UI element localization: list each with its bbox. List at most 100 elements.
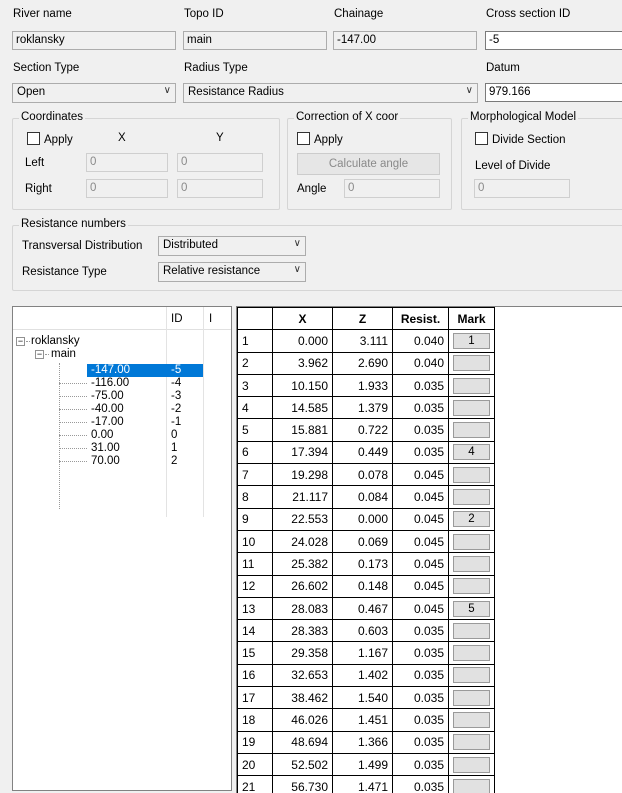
right-x-field[interactable]: 0 [86, 179, 168, 198]
mark-button[interactable] [453, 377, 490, 394]
table-row[interactable]: 17 38.462 1.540 0.035 [237, 686, 495, 710]
cell-mark[interactable]: 1 [448, 329, 495, 353]
chainage-field[interactable]: -147.00 [333, 31, 477, 50]
tree-item[interactable]: -116.00 -4 [13, 377, 231, 390]
row-number[interactable]: 4 [237, 396, 273, 420]
cell-mark[interactable]: 5 [448, 596, 495, 621]
cell-x[interactable]: 28.083 [272, 596, 333, 621]
cell-x[interactable]: 14.585 [272, 396, 333, 420]
cell-resist[interactable]: 0.035 [392, 373, 449, 398]
cell-x[interactable]: 3.962 [272, 351, 333, 375]
cell-mark[interactable] [448, 752, 495, 777]
cell-x[interactable]: 38.462 [272, 686, 333, 710]
table-row[interactable]: 9 22.553 0.000 0.045 2 [237, 507, 495, 531]
cell-mark[interactable] [448, 373, 495, 398]
cell-z[interactable]: 3.111 [332, 329, 393, 353]
cell-resist[interactable]: 0.045 [392, 507, 449, 531]
cell-resist[interactable]: 0.040 [392, 329, 449, 353]
table-row[interactable]: 11 25.382 0.173 0.045 [237, 552, 495, 576]
table-row[interactable]: 15 29.358 1.167 0.035 [237, 641, 495, 665]
table-row[interactable]: 18 46.026 1.451 0.035 [237, 708, 495, 732]
cell-mark[interactable] [448, 686, 495, 710]
table-row[interactable]: 16 32.653 1.402 0.035 [237, 663, 495, 688]
row-number[interactable]: 12 [237, 574, 273, 598]
row-number[interactable]: 7 [237, 463, 273, 487]
mark-button[interactable] [453, 711, 490, 728]
mark-button[interactable] [453, 489, 490, 506]
section-type-select[interactable]: Open ∨ [12, 83, 176, 103]
row-number[interactable]: 19 [237, 730, 273, 754]
cell-mark[interactable] [448, 418, 495, 442]
table-row[interactable]: 10 24.028 0.069 0.045 [237, 529, 495, 554]
mark-button[interactable] [453, 422, 490, 439]
divide-section-checkbox[interactable]: Divide Section [475, 132, 566, 146]
row-number[interactable]: 9 [237, 507, 273, 531]
mark-button[interactable] [453, 689, 490, 706]
mark-button[interactable] [453, 645, 490, 662]
coordinates-apply-checkbox[interactable]: Apply [27, 132, 73, 146]
grid-header-resist[interactable]: Resist. [392, 307, 449, 331]
topo-id-field[interactable]: main [183, 31, 327, 50]
cell-x[interactable]: 15.881 [272, 418, 333, 442]
table-row[interactable]: 4 14.585 1.379 0.035 [237, 396, 495, 420]
cell-x[interactable]: 0.000 [272, 329, 333, 353]
collapse-icon[interactable]: − [35, 350, 44, 359]
cell-resist[interactable]: 0.045 [392, 574, 449, 598]
row-number[interactable]: 17 [237, 686, 273, 710]
cell-z[interactable]: 0.173 [332, 552, 393, 576]
cell-x[interactable]: 48.694 [272, 730, 333, 754]
row-number[interactable]: 5 [237, 418, 273, 442]
cell-mark[interactable]: 4 [448, 440, 495, 465]
tree-item[interactable]: -75.00 -3 [13, 390, 231, 403]
table-row[interactable]: 20 52.502 1.499 0.035 [237, 752, 495, 777]
cell-resist[interactable]: 0.035 [392, 775, 449, 793]
cell-x[interactable]: 19.298 [272, 463, 333, 487]
cell-z[interactable]: 0.084 [332, 485, 393, 509]
left-x-field[interactable]: 0 [86, 153, 168, 172]
cell-x[interactable]: 22.553 [272, 507, 333, 531]
cell-x[interactable]: 52.502 [272, 752, 333, 777]
cell-mark[interactable] [448, 775, 495, 793]
collapse-icon[interactable]: − [16, 337, 25, 346]
cell-x[interactable]: 17.394 [272, 440, 333, 465]
cell-z[interactable]: 0.603 [332, 619, 393, 643]
table-row[interactable]: 8 21.117 0.084 0.045 [237, 485, 495, 509]
cell-x[interactable]: 28.383 [272, 619, 333, 643]
cell-resist[interactable]: 0.045 [392, 552, 449, 576]
cell-z[interactable]: 1.933 [332, 373, 393, 398]
row-number[interactable]: 15 [237, 641, 273, 665]
cell-mark[interactable] [448, 485, 495, 509]
cell-x[interactable]: 21.117 [272, 485, 333, 509]
cell-resist[interactable]: 0.035 [392, 663, 449, 688]
row-number[interactable]: 2 [237, 351, 273, 375]
row-number[interactable]: 3 [237, 373, 273, 398]
calculate-angle-button[interactable]: Calculate angle [297, 153, 440, 175]
table-row[interactable]: 19 48.694 1.366 0.035 [237, 730, 495, 754]
cell-mark[interactable] [448, 619, 495, 643]
cell-z[interactable]: 1.499 [332, 752, 393, 777]
cell-resist[interactable]: 0.035 [392, 418, 449, 442]
cell-z[interactable]: 0.069 [332, 529, 393, 554]
cell-mark[interactable] [448, 663, 495, 688]
cell-resist[interactable]: 0.045 [392, 463, 449, 487]
table-row[interactable]: 3 10.150 1.933 0.035 [237, 373, 495, 398]
cell-x[interactable]: 29.358 [272, 641, 333, 665]
mark-button[interactable] [453, 622, 490, 639]
cell-x[interactable]: 46.026 [272, 708, 333, 732]
table-row[interactable]: 5 15.881 0.722 0.035 [237, 418, 495, 442]
cell-z[interactable]: 1.167 [332, 641, 393, 665]
table-row[interactable]: 13 28.083 0.467 0.045 5 [237, 596, 495, 621]
mark-button[interactable]: 1 [453, 332, 490, 349]
cross-section-grid[interactable]: X Z Resist. Mark 1 0.000 3.111 0.040 1 2 3.962… [236, 306, 622, 793]
cell-mark[interactable] [448, 396, 495, 420]
table-row[interactable]: 14 28.383 0.603 0.035 [237, 619, 495, 643]
cell-mark[interactable] [448, 708, 495, 732]
cell-x[interactable]: 10.150 [272, 373, 333, 398]
cell-resist[interactable]: 0.035 [392, 708, 449, 732]
cell-resist[interactable]: 0.040 [392, 351, 449, 375]
tree-item[interactable]: -147.00 -5 [13, 364, 231, 377]
cell-mark[interactable] [448, 552, 495, 576]
table-row[interactable]: 12 26.602 0.148 0.045 [237, 574, 495, 598]
cell-z[interactable]: 1.402 [332, 663, 393, 688]
table-row[interactable]: 2 3.962 2.690 0.040 [237, 351, 495, 375]
